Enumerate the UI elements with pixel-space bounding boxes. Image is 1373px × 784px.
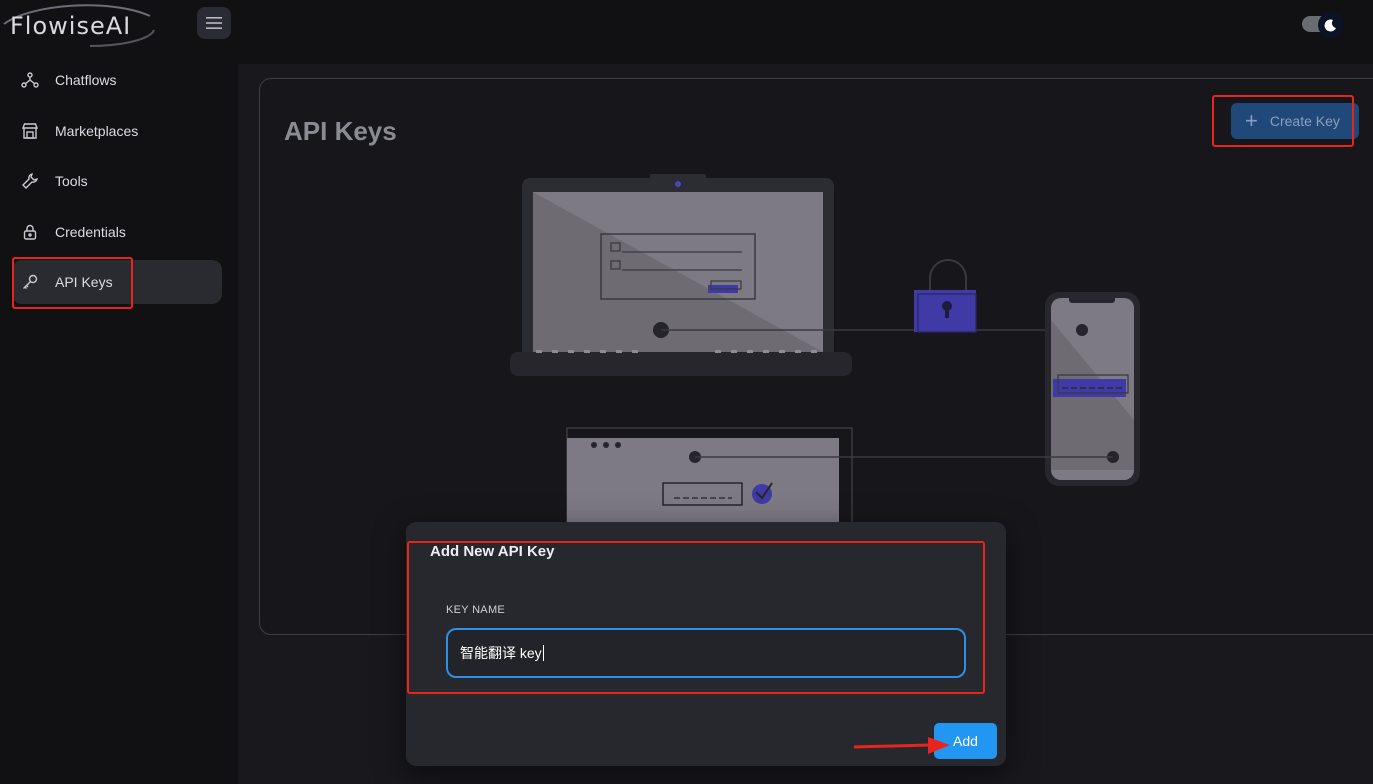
sidebar-item-marketplaces[interactable]: Marketplaces: [12, 109, 222, 153]
add-api-key-dialog: Add New API Key KEY NAME 智能翻译 key Add: [406, 522, 1006, 766]
annotation-arrow-icon: [853, 737, 950, 754]
wrench-icon: [20, 171, 40, 191]
text-caret: [542, 645, 544, 661]
dark-mode-toggle[interactable]: [1302, 12, 1350, 38]
key-icon: [20, 272, 40, 292]
sidebar-item-label: API Keys: [55, 274, 113, 290]
app-logo: FlowiseAI: [10, 12, 132, 40]
hierarchy-icon: [20, 70, 40, 90]
key-name-label: KEY NAME: [446, 604, 506, 616]
sidebar-item-label: Credentials: [55, 224, 126, 240]
create-key-label: Create Key: [1269, 113, 1340, 129]
sidebar-item-chatflows[interactable]: Chatflows: [12, 58, 222, 102]
moon-icon: [1318, 12, 1344, 38]
sidebar-item-label: Chatflows: [55, 72, 117, 88]
hamburger-icon: [206, 17, 222, 29]
empty-state-illustration: [510, 174, 1140, 529]
dialog-title: Add New API Key: [430, 543, 555, 560]
sidebar-item-label: Marketplaces: [55, 123, 139, 139]
create-key-button[interactable]: + Create Key: [1231, 103, 1359, 139]
sidebar-item-api-keys[interactable]: API Keys: [12, 260, 222, 304]
menu-toggle-button[interactable]: [197, 7, 231, 39]
page-title: API Keys: [284, 116, 397, 146]
key-name-input[interactable]: 智能翻译 key: [446, 628, 966, 678]
sidebar-item-tools[interactable]: Tools: [12, 159, 222, 203]
plus-icon: +: [1245, 108, 1258, 133]
top-bar: FlowiseAI: [0, 0, 1373, 64]
store-icon: [20, 121, 40, 141]
sidebar: Chatflows Marketplaces Tools Credentials: [0, 64, 238, 784]
key-name-value: 智能翻译 key: [460, 645, 542, 661]
sidebar-item-credentials[interactable]: Credentials: [12, 210, 222, 254]
lock-icon: [20, 222, 40, 242]
sidebar-item-label: Tools: [55, 173, 88, 189]
